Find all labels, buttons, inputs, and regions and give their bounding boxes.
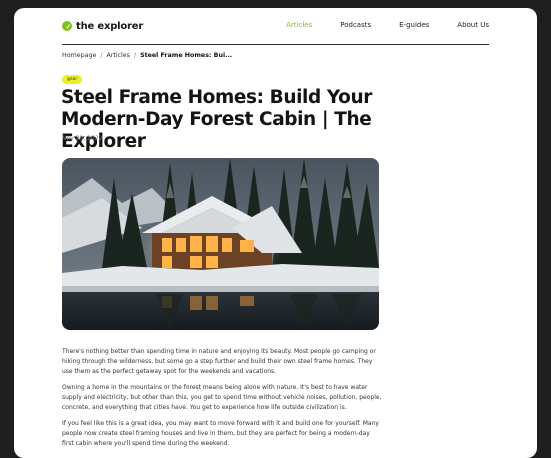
cabin-photo — [62, 158, 379, 330]
breadcrumb-separator: / — [133, 52, 137, 59]
nav-item-articles[interactable]: Articles — [286, 21, 312, 29]
nav-item-about-us[interactable]: About Us — [457, 21, 489, 29]
logo[interactable]: the explorer — [62, 19, 143, 33]
browser-page: the explorer Articles Podcasts E-guides … — [14, 8, 537, 458]
nav-item-e-guides[interactable]: E-guides — [399, 21, 429, 29]
breadcrumb-separator: / — [100, 52, 103, 59]
nav-item-podcasts[interactable]: Podcasts — [340, 21, 371, 29]
logo-text: the explorer — [76, 20, 144, 32]
article-title: Steel Frame Homes: Build Your Modern-Day… — [61, 87, 372, 152]
breadcrumb-homepage[interactable]: Homepage — [62, 52, 96, 59]
article-date: Nov 20, 2022 — [62, 135, 103, 142]
hero-image — [62, 158, 379, 330]
article-paragraph: There's nothing better than spending tim… — [62, 348, 376, 375]
breadcrumb-articles[interactable]: Articles — [106, 52, 129, 59]
logo-leaf-icon — [62, 21, 72, 31]
breadcrumb-current: Steel Frame Homes: Bui... — [140, 52, 233, 59]
article-paragraph: Owning a home in the mountains or the fo… — [62, 384, 382, 411]
article-body: There's nothing better than spending tim… — [62, 347, 382, 455]
breadcrumb: Homepage / Articles / Steel Frame Homes: Bui… — [62, 52, 232, 59]
article-paragraph: If you feel like this is a great idea, y… — [62, 420, 379, 447]
main-nav: Articles Podcasts E-guides About Us — [258, 21, 489, 29]
category-tag[interactable]: gear — [62, 75, 83, 84]
site-header: the explorer Articles Podcasts E-guides … — [62, 8, 489, 45]
